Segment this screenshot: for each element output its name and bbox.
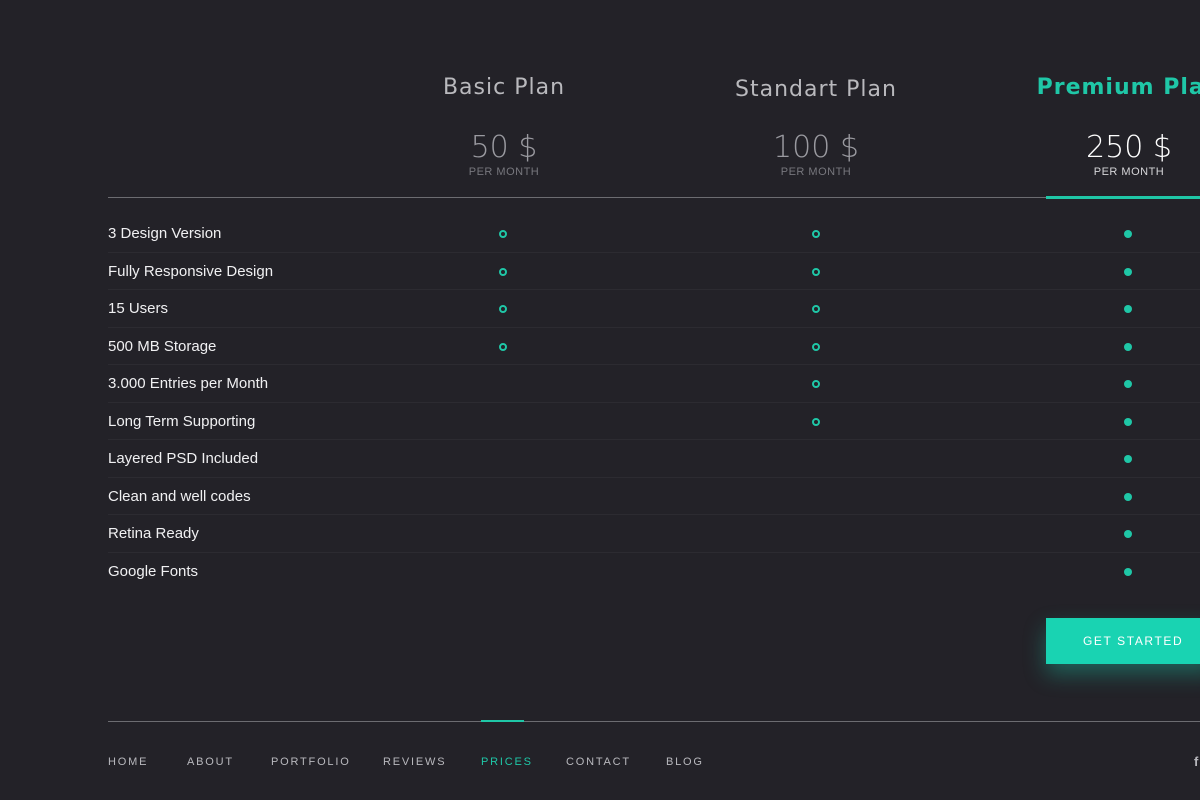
feature-row: Fully Responsive Design <box>108 253 1200 290</box>
nav-item-prices[interactable]: PRICES <box>481 755 533 769</box>
check-dot-icon <box>812 417 820 426</box>
plan-basic-period: PER MONTH <box>468 166 540 178</box>
plan-standart-price: 100 $ <box>773 130 859 165</box>
feature-label: 3 Design Version <box>108 225 222 242</box>
check-dot-icon <box>1124 305 1132 313</box>
nav-item-about[interactable]: ABOUT <box>187 755 234 769</box>
feature-row: Retina Ready <box>108 515 1200 553</box>
feature-row: Google Fonts <box>108 553 1200 591</box>
plan-basic-header: Basic Plan 50 $ PER MONTH <box>384 70 624 178</box>
feature-label: Clean and well codes <box>108 487 251 505</box>
feature-label: Retina Ready <box>108 525 199 542</box>
feature-row: 3 Design Version <box>108 215 1200 253</box>
check-dot-icon <box>1124 342 1132 351</box>
feature-row: Long Term Supporting <box>108 403 1200 440</box>
feature-label: Fully Responsive Design <box>108 262 274 280</box>
nav-item-portfolio[interactable]: PORTFOLIO <box>271 755 351 769</box>
feature-label: Long Term Supporting <box>108 412 256 430</box>
nav-active-indicator <box>481 720 524 722</box>
facebook-icon[interactable]: f <box>1194 754 1198 770</box>
check-dot-icon <box>499 267 507 276</box>
premium-highlight-bar <box>1046 196 1200 199</box>
plan-basic-price: 50 $ <box>470 130 538 165</box>
nav-item-blog[interactable]: BLOG <box>666 755 704 769</box>
check-dot-icon <box>1124 380 1132 388</box>
nav-item-contact[interactable]: CONTACT <box>566 755 631 769</box>
plan-premium-header: Premium Plan 250 $ PER MONTH <box>1009 70 1200 178</box>
feature-row: 15 Users <box>108 290 1200 328</box>
check-dot-icon <box>1124 267 1132 276</box>
check-dot-icon <box>1124 230 1132 238</box>
check-dot-icon <box>499 342 507 351</box>
plan-standart-header: Standart Plan 100 $ PER MONTH <box>696 72 936 178</box>
check-dot-icon <box>812 305 820 313</box>
feature-row: Clean and well codes <box>108 478 1200 515</box>
feature-row: Layered PSD Included <box>108 440 1200 478</box>
feature-label: 15 Users <box>108 300 169 317</box>
plan-premium-name: Premium Plan <box>1036 75 1200 100</box>
plan-standart-period: PER MONTH <box>780 166 852 178</box>
check-dot-icon <box>812 230 820 238</box>
check-dot-icon <box>1124 455 1132 463</box>
check-dot-icon <box>1124 530 1132 538</box>
feature-label: Layered PSD Included <box>108 450 259 467</box>
feature-label: Google Fonts <box>108 562 199 580</box>
header-divider <box>108 197 1200 198</box>
plan-basic-name: Basic Plan <box>442 75 566 100</box>
check-dot-icon <box>499 305 507 313</box>
check-dot-icon <box>812 342 820 351</box>
check-dot-icon <box>1124 567 1132 576</box>
plan-standart-name: Standart Plan <box>735 77 897 102</box>
nav-item-reviews[interactable]: REVIEWS <box>383 755 446 769</box>
pricing-page: Basic Plan 50 $ PER MONTH Standart Plan … <box>0 0 1200 800</box>
check-dot-icon <box>1124 492 1132 501</box>
check-dot-icon <box>812 380 820 388</box>
plan-premium-price: 250 $ <box>1086 130 1172 165</box>
feature-row: 500 MB Storage <box>108 328 1200 365</box>
check-dot-icon <box>1124 417 1132 426</box>
get-started-button[interactable]: GET STARTED <box>1046 618 1200 664</box>
feature-label: 3.000 Entries per Month <box>108 375 269 392</box>
check-dot-icon <box>812 267 820 276</box>
check-dot-icon <box>499 230 507 238</box>
feature-row: 3.000 Entries per Month <box>108 365 1200 403</box>
plan-premium-period: PER MONTH <box>1093 166 1165 178</box>
footer-divider <box>108 721 1200 722</box>
feature-label: 500 MB Storage <box>108 337 217 355</box>
feature-table: 3 Design Version Fully Responsive Design 1… <box>108 215 1200 590</box>
nav-item-home[interactable]: HOME <box>108 755 148 769</box>
